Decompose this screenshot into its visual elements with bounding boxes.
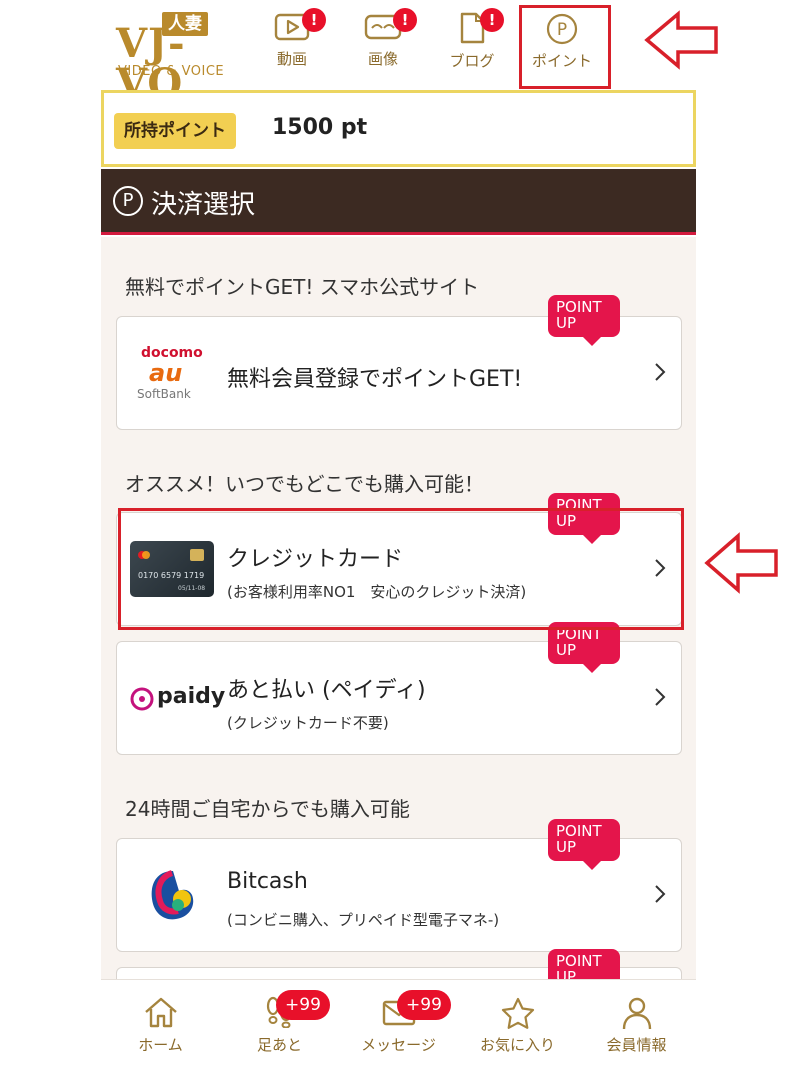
paidy-icon bbox=[130, 687, 154, 711]
point-circle-icon: P bbox=[113, 186, 143, 216]
bottom-nav-profile[interactable]: 会員情報 bbox=[577, 980, 696, 1069]
logo-sub: VIDEO & VOICE bbox=[118, 64, 225, 79]
bottom-nav-favorites[interactable]: お気に入り bbox=[458, 980, 577, 1069]
section-header: P 決済選択 bbox=[101, 169, 696, 235]
bottom-nav-profile-label: 会員情報 bbox=[606, 1036, 667, 1054]
nav-blog-badge: ! bbox=[480, 8, 504, 32]
point-up-badge: POINT UP bbox=[548, 819, 620, 870]
card-bitcash-sub: (コンビニ購入、プリペイド型電子マネ-) bbox=[227, 911, 500, 929]
paidy-logo: paidy bbox=[129, 684, 225, 714]
bottom-nav-home[interactable]: ホーム bbox=[101, 980, 220, 1069]
nav-image-badge: ! bbox=[393, 8, 417, 32]
bottom-nav-home-label: ホーム bbox=[138, 1036, 183, 1054]
nav-video-label: 動画 bbox=[276, 50, 307, 68]
group-title-recommend: オススメ！いつでもどこでも購入可能！ bbox=[125, 472, 484, 496]
nav-image[interactable]: 画像 ! bbox=[343, 8, 423, 78]
chevron-right-icon bbox=[655, 885, 666, 903]
au-logo: au bbox=[149, 359, 183, 387]
nav-blog-label: ブログ bbox=[449, 52, 495, 70]
points-value: 1500 pt bbox=[272, 115, 368, 140]
point-nav-highlight bbox=[519, 5, 611, 89]
card-bitcash-title: Bitcash bbox=[227, 869, 308, 894]
bottom-nav: ホーム 足あと +99 メッセージ +99 お気に入り 会員情報 bbox=[101, 979, 696, 1069]
point-up-badge: POINT UP bbox=[548, 949, 620, 979]
bottom-nav-message-label: メッセージ bbox=[361, 1036, 436, 1054]
user-icon bbox=[622, 997, 651, 1030]
carrier-logo: docomo au SoftBank bbox=[137, 345, 209, 405]
nav-video-badge: ! bbox=[302, 8, 326, 32]
softbank-logo: SoftBank bbox=[137, 387, 191, 401]
bottom-nav-footprint[interactable]: 足あと +99 bbox=[220, 980, 339, 1069]
left-arrow-icon bbox=[704, 532, 778, 594]
card-paidy-sub: (クレジットカード不要) bbox=[227, 714, 389, 732]
points-bar: 所持ポイント 1500 pt bbox=[101, 90, 696, 167]
card-paidy-title: あと払い (ペイディ) bbox=[227, 678, 426, 703]
chevron-right-icon bbox=[655, 363, 666, 381]
home-icon bbox=[144, 997, 177, 1028]
section-title: 決済選択 bbox=[151, 190, 256, 220]
points-label: 所持ポイント bbox=[114, 113, 236, 149]
star-icon bbox=[501, 997, 534, 1029]
point-up-badge: POINT UP bbox=[548, 295, 620, 346]
bottom-nav-favorites-label: お気に入り bbox=[479, 1036, 555, 1054]
bottom-nav-message[interactable]: メッセージ +99 bbox=[339, 980, 458, 1069]
site-logo[interactable]: 人妻 VJ-VO VIDEO & VOICE bbox=[116, 10, 231, 104]
nav-image-label: 画像 bbox=[367, 50, 398, 68]
footprint-count-badge: +99 bbox=[276, 990, 330, 1020]
group-title-free: 無料でポイントGET! スマホ公式サイト bbox=[125, 275, 480, 299]
nav-blog[interactable]: ブログ ! bbox=[432, 8, 512, 78]
nav-video[interactable]: 動画 ! bbox=[252, 8, 332, 78]
left-arrow-icon bbox=[644, 10, 718, 70]
card-carrier-title: 無料会員登録でポイントGET! bbox=[227, 367, 523, 392]
group-title-24h: 24時間ご自宅からでも購入可能 bbox=[125, 797, 410, 821]
bitcash-icon bbox=[151, 870, 194, 920]
bottom-nav-footprint-label: 足あと bbox=[256, 1036, 302, 1054]
message-count-badge: +99 bbox=[397, 990, 451, 1020]
credit-card-highlight bbox=[118, 508, 684, 630]
chevron-right-icon bbox=[655, 688, 666, 706]
